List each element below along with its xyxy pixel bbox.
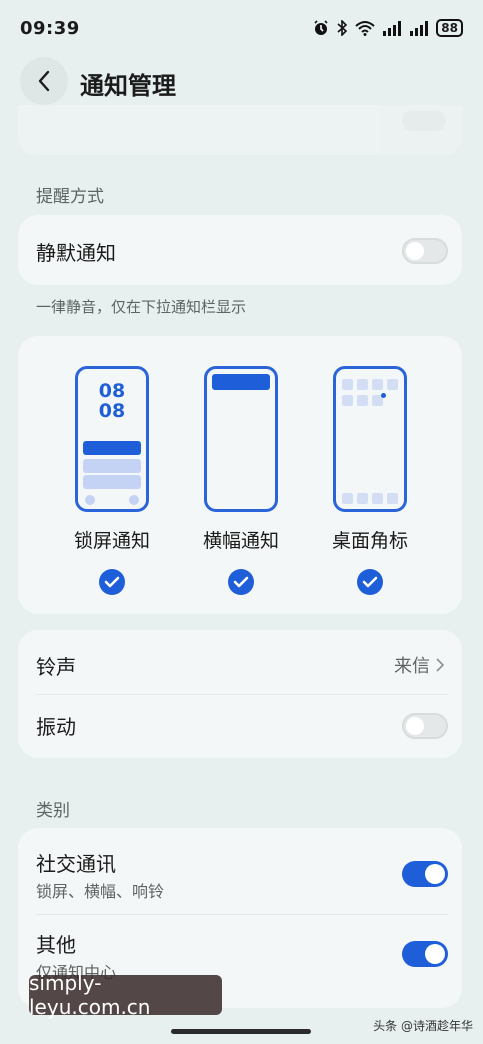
banner-option[interactable]: 横幅通知: [176, 366, 306, 595]
chevron-left-icon: [38, 70, 50, 92]
page-header: 通知管理: [0, 56, 483, 112]
section-label-reminder: 提醒方式: [36, 187, 104, 207]
chevron-right-icon: [436, 658, 444, 672]
ringtone-value: 来信: [394, 652, 444, 678]
category-title: 社交通讯: [36, 852, 116, 876]
check-icon: [104, 576, 120, 588]
bluetooth-icon: [337, 20, 348, 36]
section-label-category: 类别: [36, 801, 70, 821]
vibration-label: 振动: [36, 715, 76, 739]
wifi-icon: [355, 21, 375, 36]
category-row-social[interactable]: 社交通讯 锁屏、横幅、响铃: [18, 828, 462, 914]
silent-card: 静默通知: [18, 215, 462, 285]
category-subtitle: 锁屏、横幅、响铃: [36, 882, 165, 901]
lockscreen-preview: 08 08: [75, 366, 149, 512]
lockscreen-option[interactable]: 08 08 锁屏通知: [47, 366, 177, 595]
banner-preview: [204, 366, 278, 512]
banner-label: 横幅通知: [202, 530, 279, 552]
scrolled-card: [18, 105, 462, 155]
battery-level: 88: [441, 21, 458, 35]
home-indicator[interactable]: [171, 1029, 311, 1034]
signal-icon: [410, 21, 429, 36]
sound-card: 铃声 来信 振动: [18, 630, 462, 758]
badge-option[interactable]: 桌面角标: [305, 366, 435, 595]
battery-icon: 88: [436, 19, 463, 37]
scrolled-toggle: [402, 111, 446, 131]
badge-check[interactable]: [357, 569, 383, 595]
vibration-toggle[interactable]: [402, 713, 448, 739]
lockscreen-clock: 08 08: [98, 380, 126, 422]
alarm-icon: [314, 20, 328, 35]
status-time: 09:39: [20, 18, 80, 39]
banner-check[interactable]: [228, 569, 254, 595]
category-social-toggle[interactable]: [402, 861, 448, 887]
check-icon: [362, 576, 378, 588]
category-title: 其他: [36, 933, 76, 957]
lockscreen-check[interactable]: [99, 569, 125, 595]
lockscreen-label: 锁屏通知: [73, 530, 150, 552]
source-credit: 头条 @诗酒趁年华: [373, 1019, 473, 1033]
vibration-row[interactable]: 振动: [18, 694, 462, 758]
silent-hint: 一律静音，仅在下拉通知栏显示: [36, 298, 247, 316]
category-other-toggle[interactable]: [402, 941, 448, 967]
page-title: 通知管理: [80, 72, 176, 100]
silent-toggle[interactable]: [402, 238, 448, 264]
signal-icon: [383, 21, 402, 36]
silent-title: 静默通知: [36, 241, 116, 265]
badge-preview: [333, 366, 407, 512]
badge-label: 桌面角标: [331, 530, 408, 552]
ringtone-label: 铃声: [36, 655, 76, 679]
status-bar: 09:39 88: [0, 0, 483, 56]
style-card: 08 08 锁屏通知 横幅通知 桌面角标: [18, 336, 462, 614]
ringtone-row[interactable]: 铃声 来信: [18, 630, 462, 694]
back-button[interactable]: [20, 57, 68, 105]
check-icon: [233, 576, 249, 588]
status-icons: 88: [313, 18, 463, 38]
watermark: simply-leyu.com.cn: [29, 971, 222, 1019]
